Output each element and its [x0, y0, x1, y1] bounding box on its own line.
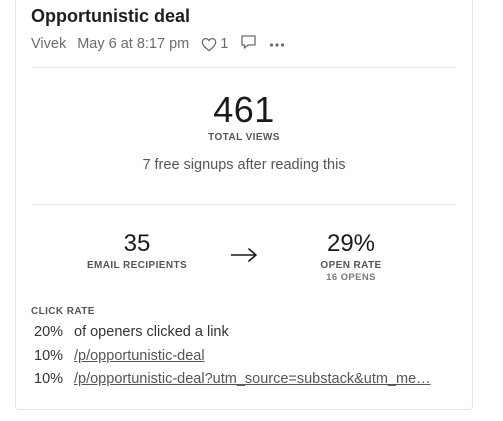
like-button[interactable]: 1 — [201, 36, 228, 52]
post-title[interactable]: Opportunistic deal — [31, 6, 190, 27]
email-recipients-label: EMAIL RECIPIENTS — [86, 260, 188, 271]
click-link[interactable]: /p/opportunistic-deal — [74, 348, 459, 364]
more-options-button[interactable] — [269, 36, 285, 52]
click-link[interactable]: /p/opportunistic-deal?utm_source=substac… — [74, 371, 459, 387]
click-rate-list: 20% of openers clicked a link 10% /p/opp… — [34, 324, 459, 395]
author-name[interactable]: Vivek — [31, 36, 66, 52]
email-recipients-stat: 35 EMAIL RECIPIENTS — [77, 230, 197, 272]
more-icon — [269, 36, 285, 52]
click-rate-row: 10% /p/opportunistic-deal — [34, 348, 459, 372]
opens-count-label: 16 OPENS — [326, 272, 376, 283]
click-rate-text: of openers clicked a link — [74, 324, 229, 340]
open-rate-stat: 29% OPEN RATE 16 OPENS — [301, 230, 401, 284]
total-views-label: TOTAL VIEWS — [208, 132, 280, 143]
click-rate-percent: 10% — [34, 371, 64, 387]
click-rate-row: 20% of openers clicked a link — [34, 324, 459, 348]
open-rate-value: 29% — [326, 230, 376, 257]
heart-icon — [201, 37, 217, 52]
click-rate-row: 10% /p/opportunistic-deal?utm_source=sub… — [34, 371, 459, 395]
divider — [31, 204, 457, 205]
comment-button[interactable] — [240, 34, 257, 54]
comment-icon — [240, 34, 257, 54]
like-count: 1 — [220, 36, 229, 52]
open-rate-label: OPEN RATE — [320, 260, 382, 271]
total-views-stat: 461 TOTAL VIEWS — [31, 90, 457, 144]
signups-text: 7 free signups after reading this — [142, 157, 346, 173]
click-rate-percent: 10% — [34, 347, 64, 364]
total-views-value: 461 — [213, 89, 275, 130]
email-recipients-value: 35 — [123, 230, 151, 257]
arrow-icon — [229, 245, 259, 270]
click-rate-title: CLICK RATE — [31, 306, 95, 317]
click-rate-percent: 20% — [34, 324, 64, 340]
post-meta: Vivek May 6 at 8:17 pm 1 — [31, 34, 285, 54]
divider — [31, 67, 457, 68]
post-date: May 6 at 8:17 pm — [77, 36, 190, 52]
